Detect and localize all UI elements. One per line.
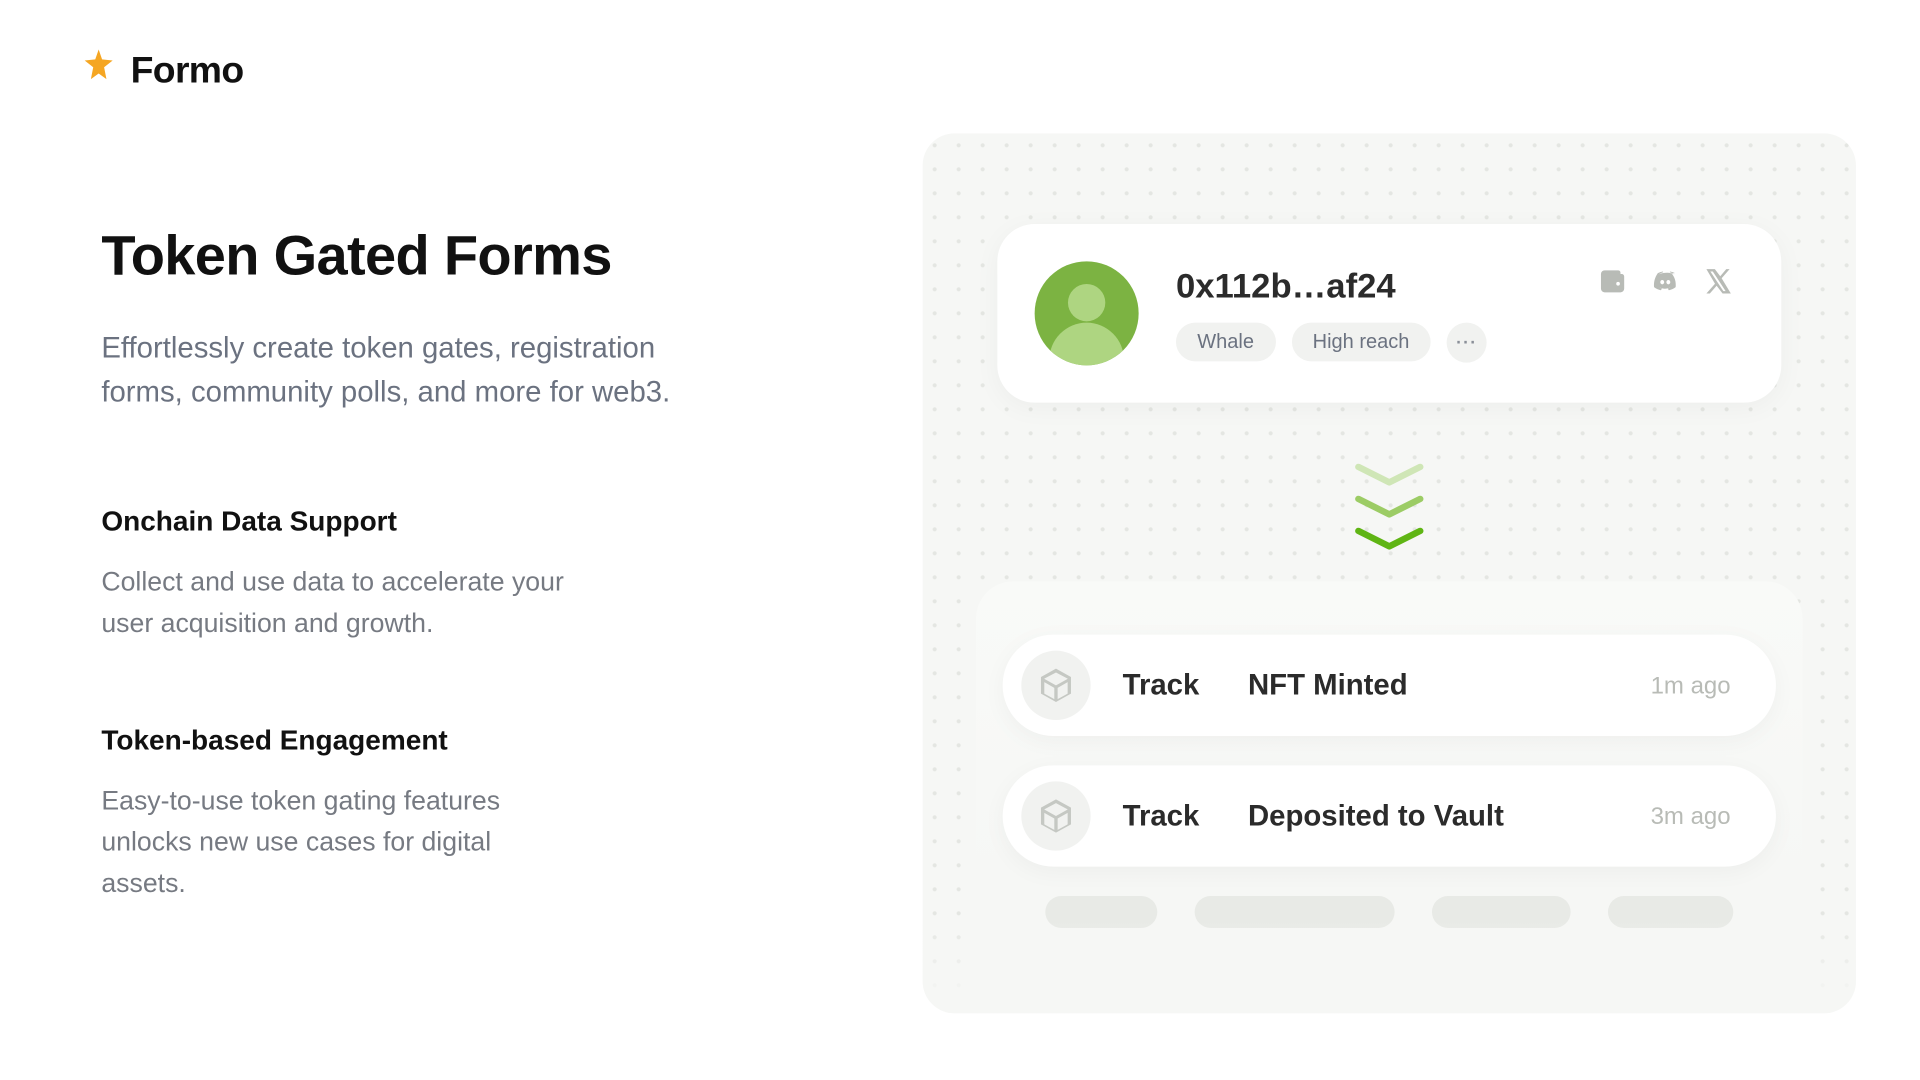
activity-row: Track Deposited to Vault 3m ago bbox=[1003, 765, 1776, 866]
activity-time: 1m ago bbox=[1651, 671, 1731, 699]
cube-icon bbox=[1021, 651, 1090, 720]
brand-name: Formo bbox=[131, 49, 244, 92]
x-icon bbox=[1704, 267, 1733, 303]
page-title: Token Gated Forms bbox=[101, 224, 714, 288]
flow-arrows-icon bbox=[1351, 459, 1428, 555]
cube-icon bbox=[1021, 781, 1090, 850]
page-subtitle: Effortlessly create token gates, registr… bbox=[101, 325, 714, 413]
discord-icon bbox=[1651, 267, 1680, 303]
feature-title: Onchain Data Support bbox=[101, 507, 714, 539]
user-card: 0x112b…af24 Whale High reach ··· bbox=[997, 224, 1781, 403]
feature-desc: Collect and use data to accelerate your … bbox=[101, 563, 581, 646]
feature-desc: Easy-to-use token gating features unlock… bbox=[101, 781, 581, 905]
activity-label: Track bbox=[1123, 799, 1216, 834]
brand-logo: Formo bbox=[80, 48, 243, 92]
wallet-icon bbox=[1597, 267, 1626, 303]
feature-onchain-data: Onchain Data Support Collect and use dat… bbox=[101, 507, 714, 646]
activity-row: Track NFT Minted 1m ago bbox=[1003, 635, 1776, 736]
avatar bbox=[1035, 261, 1139, 365]
content-column: Token Gated Forms Effortlessly create to… bbox=[101, 224, 714, 985]
activity-event: NFT Minted bbox=[1248, 668, 1619, 703]
activity-event: Deposited to Vault bbox=[1248, 799, 1619, 834]
social-icons bbox=[1597, 267, 1733, 303]
sparkle-icon bbox=[80, 48, 117, 92]
skeleton-pill bbox=[1195, 896, 1395, 928]
badge-whale: Whale bbox=[1176, 323, 1275, 362]
illustration-panel: 0x112b…af24 Whale High reach ··· bbox=[923, 133, 1856, 1013]
skeleton-pill bbox=[1608, 896, 1733, 928]
skeleton-pill bbox=[1432, 896, 1571, 928]
activity-row-skeleton bbox=[1003, 896, 1776, 928]
user-info: 0x112b…af24 Whale High reach ··· bbox=[1176, 265, 1560, 362]
activity-label: Track bbox=[1123, 668, 1216, 703]
activity-panel: Track NFT Minted 1m ago Track Deposited … bbox=[976, 581, 1803, 1013]
badge-more-button[interactable]: ··· bbox=[1447, 322, 1487, 362]
activity-time: 3m ago bbox=[1651, 802, 1731, 830]
feature-token-engagement: Token-based Engagement Easy-to-use token… bbox=[101, 725, 714, 905]
feature-title: Token-based Engagement bbox=[101, 725, 714, 757]
badge-list: Whale High reach ··· bbox=[1176, 322, 1560, 362]
wallet-address: 0x112b…af24 bbox=[1176, 265, 1560, 306]
skeleton-pill bbox=[1045, 896, 1157, 928]
badge-high-reach: High reach bbox=[1291, 323, 1430, 362]
